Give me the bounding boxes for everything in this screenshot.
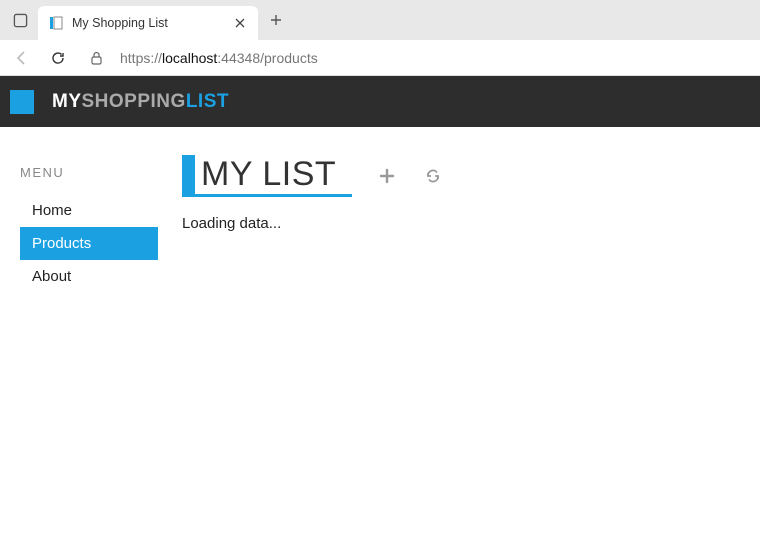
tab-favicon-icon	[48, 15, 64, 31]
menu-heading: MENU	[20, 165, 170, 180]
new-tab-button[interactable]	[262, 6, 290, 34]
browser-tab[interactable]: My Shopping List	[38, 6, 258, 40]
brand-part-2: SHOPPING	[82, 91, 186, 112]
back-button[interactable]	[8, 44, 36, 72]
address-bar[interactable]: https://localhost:44348/products	[114, 46, 752, 70]
title-accent-bar	[182, 155, 195, 194]
close-tab-button[interactable]	[232, 15, 248, 31]
brand-part-3: LIST	[186, 91, 229, 112]
tab-title: My Shopping List	[72, 16, 224, 30]
sidebar-item-home[interactable]: Home	[20, 194, 170, 227]
lock-icon	[86, 48, 106, 68]
brand-square-icon	[10, 90, 34, 114]
url-host: localhost	[162, 50, 217, 66]
tab-overview-button[interactable]	[6, 6, 34, 34]
add-button[interactable]	[376, 165, 398, 187]
sidebar-item-about[interactable]: About	[20, 260, 170, 293]
brand-logo[interactable]: MYSHOPPINGLIST	[52, 91, 229, 113]
loading-text: Loading data...	[182, 215, 740, 232]
sidebar: MENU Home Products About	[0, 155, 170, 293]
refresh-button[interactable]	[44, 44, 72, 72]
page-title-block: MY LIST	[182, 155, 352, 197]
app-header: MYSHOPPINGLIST	[0, 76, 760, 127]
sidebar-item-products[interactable]: Products	[20, 227, 158, 260]
page-title: MY LIST	[195, 155, 342, 194]
brand-part-1: MY	[52, 91, 82, 112]
refresh-list-button[interactable]	[422, 165, 444, 187]
content-area: MY LIST Loading data...	[170, 155, 760, 293]
url-rest: :44348/products	[217, 50, 317, 66]
url-prefix: https://	[120, 50, 162, 66]
